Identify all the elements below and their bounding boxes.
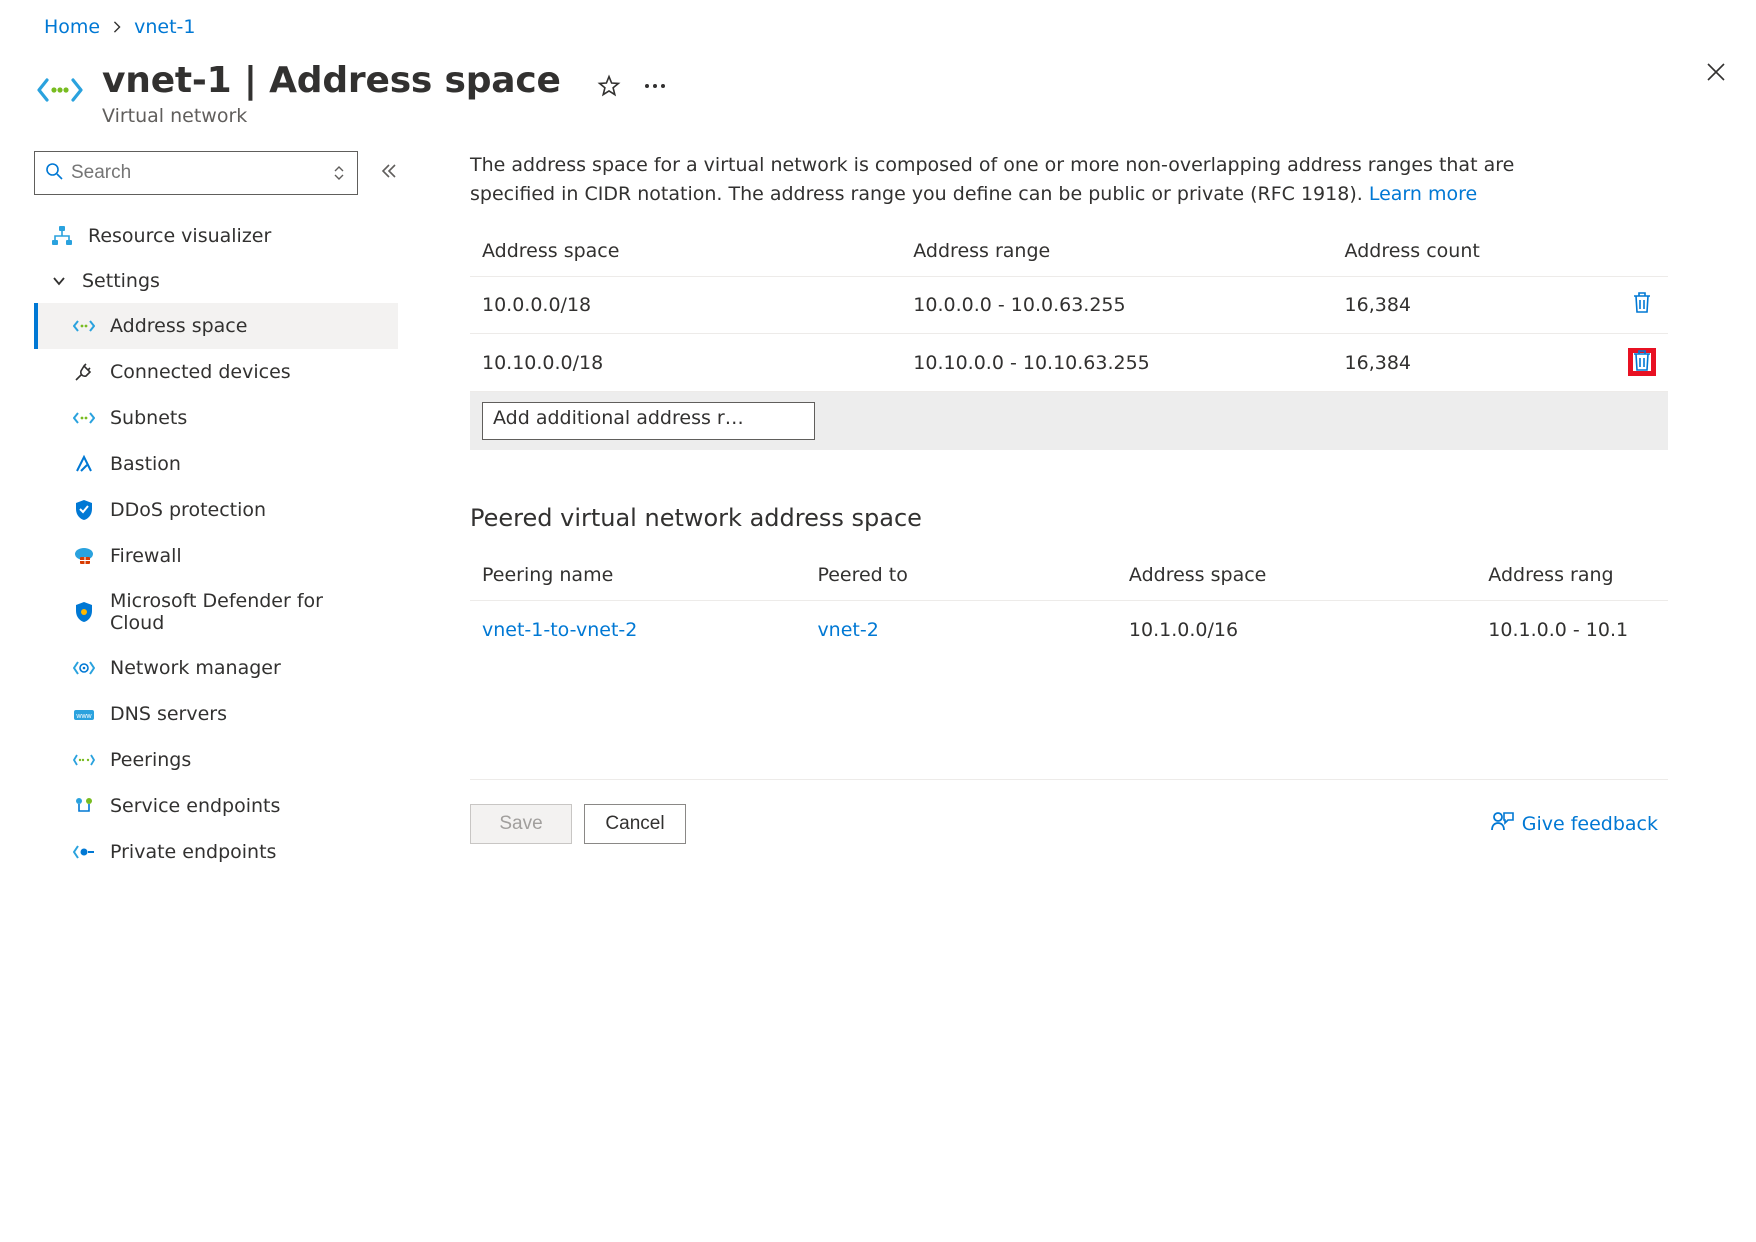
nav-label: Network manager [110, 657, 281, 679]
nav-label: Microsoft Defender for Cloud [110, 590, 350, 634]
nav-label: Firewall [110, 545, 182, 567]
close-icon[interactable] [1704, 60, 1728, 84]
give-feedback-link[interactable]: Give feedback [1490, 810, 1658, 837]
service-endpoint-icon [72, 794, 96, 818]
peered-to-link[interactable]: vnet-2 [817, 619, 878, 641]
sidebar-item-resource-visualizer[interactable]: Resource visualizer [34, 213, 398, 259]
add-address-row: Add additional address r… [470, 391, 1668, 450]
search-icon [45, 162, 63, 185]
nav-label: Address space [110, 315, 247, 337]
main-panel: The address space for a virtual network … [398, 151, 1668, 875]
column-header-address-range: Address range [901, 230, 1332, 277]
address-space-table: Address space Address range Address coun… [470, 230, 1668, 450]
feedback-label: Give feedback [1522, 813, 1658, 835]
column-header-address-count: Address count [1333, 230, 1597, 277]
sidebar-item-ddos[interactable]: DDoS protection [34, 487, 398, 533]
trash-icon [1631, 290, 1653, 319]
nav-label: DNS servers [110, 703, 227, 725]
sidebar-item-private-endpoints[interactable]: Private endpoints [34, 829, 398, 875]
sidebar-search-box[interactable] [34, 151, 358, 195]
trash-icon [1631, 348, 1653, 377]
sidebar-item-defender[interactable]: Microsoft Defender for Cloud [34, 579, 398, 645]
plug-icon [72, 360, 96, 384]
feedback-icon [1490, 810, 1514, 837]
cell-address-count: 16,384 [1333, 334, 1597, 392]
column-header-peered-to: Peered to [805, 554, 1116, 601]
peered-section-title: Peered virtual network address space [470, 504, 1668, 532]
nav-label: Connected devices [110, 361, 291, 383]
column-header-address-space: Address space [470, 230, 901, 277]
network-gear-icon [72, 656, 96, 680]
footer-bar: Save Cancel Give feedback [470, 779, 1668, 868]
virtual-network-icon [36, 66, 84, 114]
chevron-down-icon [50, 276, 68, 286]
save-button[interactable]: Save [470, 804, 572, 844]
breadcrumb-current-link[interactable]: vnet-1 [134, 16, 195, 38]
sidebar-item-dns-servers[interactable]: www DNS servers [34, 691, 398, 737]
shield-icon [72, 498, 96, 522]
peered-address-space-table: Peering name Peered to Address space Add… [470, 554, 1668, 659]
dns-icon: www [72, 702, 96, 726]
description-text: The address space for a virtual network … [470, 151, 1600, 210]
cell-address-range: 10.0.0.0 - 10.0.63.255 [901, 276, 1332, 334]
sidebar-item-bastion[interactable]: Bastion [34, 441, 398, 487]
column-header-peering-name: Peering name [470, 554, 805, 601]
delete-row-button[interactable] [1628, 291, 1656, 319]
svg-text:www: www [75, 713, 92, 720]
add-address-range-input[interactable]: Add additional address r… [482, 402, 815, 440]
breadcrumb-home-link[interactable]: Home [44, 16, 100, 38]
sidebar-search-input[interactable] [71, 162, 325, 184]
cell-address-range: 10.1.0.0 - 10.1 [1476, 600, 1668, 659]
bastion-icon [72, 452, 96, 476]
chevron-right-icon [112, 18, 122, 37]
resource-type-label: Virtual network [102, 105, 667, 127]
nav-label: Service endpoints [110, 795, 280, 817]
breadcrumb: Home vnet-1 [0, 0, 1756, 48]
sidebar-item-firewall[interactable]: Firewall [34, 533, 398, 579]
collapse-sidebar-icon[interactable] [380, 163, 398, 184]
vnet-icon [72, 406, 96, 430]
sidebar-item-connected-devices[interactable]: Connected devices [34, 349, 398, 395]
nav-label: Peerings [110, 749, 191, 771]
favorite-star-icon[interactable] [597, 74, 621, 98]
sidebar-item-service-endpoints[interactable]: Service endpoints [34, 783, 398, 829]
sort-updown-icon[interactable] [333, 165, 349, 181]
table-row: 10.10.0.0/18 10.10.0.0 - 10.10.63.255 16… [470, 334, 1668, 392]
peerings-icon [72, 748, 96, 772]
nav-label: Bastion [110, 453, 181, 475]
nav-label: Settings [82, 270, 160, 292]
sidebar-item-network-manager[interactable]: Network manager [34, 645, 398, 691]
private-endpoint-icon [72, 840, 96, 864]
sidebar: Resource visualizer Settings Address spa… [34, 151, 398, 875]
page-header: vnet-1 | Address space Virtual network [0, 48, 1756, 151]
delete-row-button[interactable] [1628, 348, 1656, 376]
cell-address-space[interactable]: 10.10.0.0/18 [470, 334, 901, 392]
cancel-button[interactable]: Cancel [584, 804, 686, 844]
nav-label: Private endpoints [110, 841, 276, 863]
peering-link[interactable]: vnet-1-to-vnet-2 [482, 619, 637, 641]
hierarchy-icon [50, 224, 74, 248]
cell-address-space[interactable]: 10.0.0.0/18 [470, 276, 901, 334]
nav-label: Resource visualizer [88, 225, 271, 247]
page-title: vnet-1 | Address space [102, 60, 561, 101]
firewall-icon [72, 544, 96, 568]
column-header-address-space: Address space [1117, 554, 1476, 601]
sidebar-item-address-space[interactable]: Address space [34, 303, 398, 349]
nav-label: DDoS protection [110, 499, 266, 521]
sidebar-group-settings[interactable]: Settings [34, 259, 398, 303]
learn-more-link[interactable]: Learn more [1369, 183, 1477, 205]
table-row: 10.0.0.0/18 10.0.0.0 - 10.0.63.255 16,38… [470, 276, 1668, 334]
table-row: vnet-1-to-vnet-2 vnet-2 10.1.0.0/16 10.1… [470, 600, 1668, 659]
sidebar-item-subnets[interactable]: Subnets [34, 395, 398, 441]
cell-address-count: 16,384 [1333, 276, 1597, 334]
defender-shield-icon [72, 600, 96, 624]
sidebar-item-peerings[interactable]: Peerings [34, 737, 398, 783]
cell-address-range: 10.10.0.0 - 10.10.63.255 [901, 334, 1332, 392]
nav-label: Subnets [110, 407, 187, 429]
more-ellipsis-icon[interactable] [643, 74, 667, 98]
vnet-icon [72, 314, 96, 338]
column-header-address-range: Address rang [1476, 554, 1668, 601]
cell-address-space: 10.1.0.0/16 [1117, 600, 1476, 659]
